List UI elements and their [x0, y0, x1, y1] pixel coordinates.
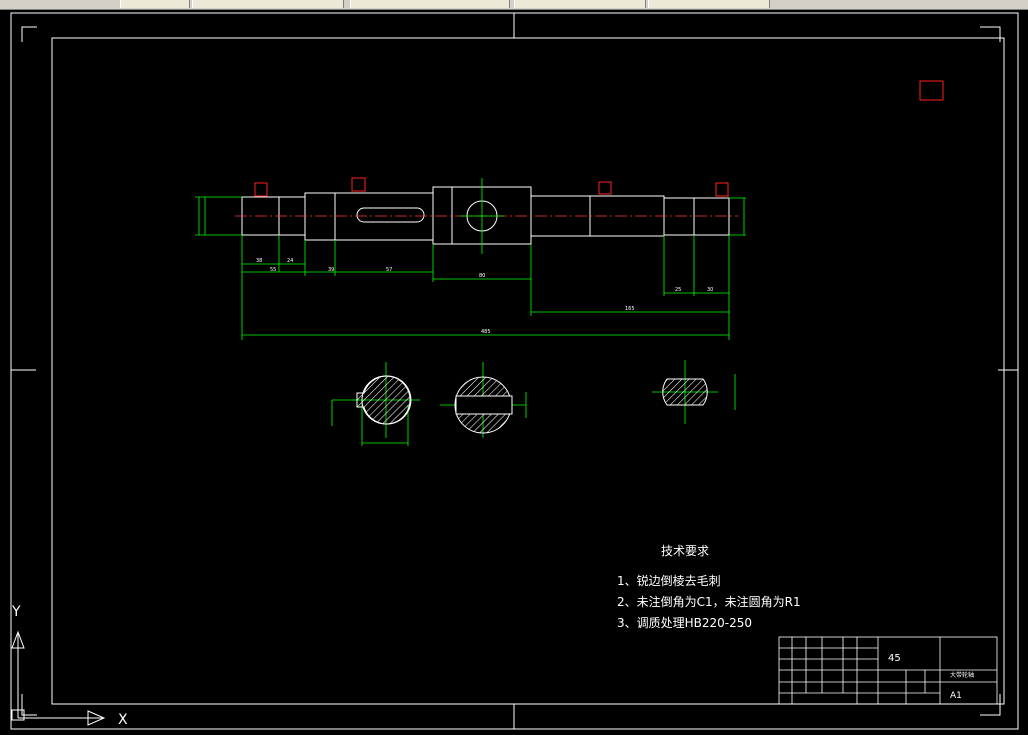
dim-80: 80	[479, 273, 485, 279]
tech-item-3: 3、调质处理HB220-250	[617, 616, 752, 630]
section-view-1	[356, 375, 412, 425]
section-view-2	[454, 376, 513, 434]
dim-30: 30	[707, 287, 713, 293]
part-name-label: 大带轮轴	[950, 671, 974, 679]
dim-485: 485	[481, 329, 491, 335]
doc-tab-4[interactable]	[514, 0, 646, 8]
tech-item-2: 2、未注倒角为C1，未注圆角为R1	[617, 594, 801, 609]
dim-25: 25	[675, 287, 681, 293]
title-block-text: 45 大带轮轴 A1	[888, 653, 974, 701]
marker-5	[715, 182, 729, 197]
sheet-size-label: A1	[950, 691, 962, 701]
outer-frame	[10, 12, 1019, 730]
cad-model-space[interactable]: 38 24 55 39 57 80 165 25 30 485 技术要求 1、锐…	[0, 9, 1028, 735]
marker-3	[351, 177, 366, 192]
shaft-front-view	[241, 186, 730, 245]
marker-2	[254, 182, 268, 197]
ucs-x-label: X	[118, 712, 128, 728]
doc-tab-1[interactable]	[120, 0, 190, 8]
ucs-y-label: Y	[11, 604, 21, 620]
selection-markers[interactable]	[254, 80, 944, 197]
marker-1	[919, 80, 944, 101]
dim-39: 39	[328, 267, 334, 273]
dim-38: 38	[256, 258, 262, 264]
section-view-3	[662, 378, 708, 406]
title-block	[778, 636, 998, 705]
doc-tab-5[interactable]	[648, 0, 770, 8]
dim-55: 55	[270, 267, 276, 273]
ucs-icon	[11, 630, 106, 726]
material-label: 45	[888, 653, 901, 664]
tech-title: 技术要求	[661, 544, 709, 558]
tech-item-1: 1、锐边倒棱去毛刺	[617, 573, 721, 588]
dim-165: 165	[625, 306, 635, 312]
doc-tab-2[interactable]	[192, 0, 344, 8]
marker-4	[598, 181, 612, 195]
dim-57: 57	[386, 267, 392, 273]
technical-requirements: 技术要求 1、锐边倒棱去毛刺 2、未注倒角为C1，未注圆角为R1 3、调质处理H…	[617, 544, 801, 630]
dim-24: 24	[287, 258, 293, 264]
doc-tab-3[interactable]	[350, 0, 510, 8]
dimension-labels: 38 24 55 39 57 80 165 25 30 485	[256, 258, 713, 335]
